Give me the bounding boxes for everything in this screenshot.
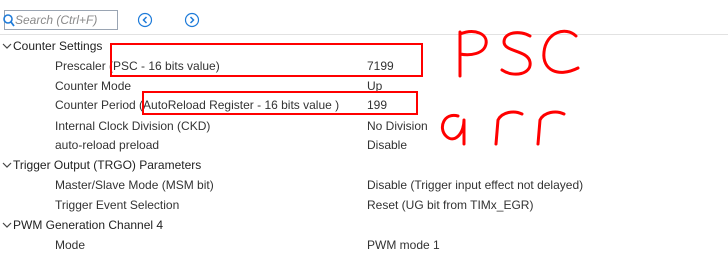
param-label: Master/Slave Mode (MSM bit): [55, 178, 214, 192]
search-input[interactable]: [15, 12, 115, 28]
section-title: Counter Settings: [13, 39, 103, 53]
section-trigger-output[interactable]: Trigger Output (TRGO) Parameters: [0, 155, 728, 175]
handwritten-annotation: [441, 29, 580, 146]
highlight-box-prescaler: [110, 43, 423, 77]
param-label: Trigger Event Selection: [55, 198, 180, 212]
param-row-auto-reload-preload[interactable]: auto-reload preload Disable: [0, 135, 728, 155]
search-box[interactable]: [3, 10, 118, 30]
toolbar-divider: [0, 34, 728, 35]
param-row-master-slave-mode[interactable]: Master/Slave Mode (MSM bit) Disable (Tri…: [0, 175, 728, 195]
param-label: Counter Mode: [55, 79, 132, 93]
magnifier-icon: [3, 14, 15, 27]
section-pwm-channel-4[interactable]: PWM Generation Channel 4: [0, 215, 728, 235]
param-value[interactable]: No Division: [367, 116, 428, 136]
param-row-clock-division[interactable]: Internal Clock Division (CKD) No Divisio…: [0, 116, 728, 136]
section-title: PWM Generation Channel 4: [13, 218, 164, 232]
circle-arrow-right-icon[interactable]: [184, 12, 200, 28]
param-value[interactable]: Disable: [367, 135, 407, 155]
param-row-trigger-event[interactable]: Trigger Event Selection Reset (UG bit fr…: [0, 195, 728, 215]
highlight-box-counter-period: [142, 91, 418, 115]
chevron-down-icon[interactable]: [2, 36, 12, 56]
top-toolbar-edge: [0, 0, 728, 4]
chevron-down-icon[interactable]: [2, 215, 12, 235]
section-title: Trigger Output (TRGO) Parameters: [13, 158, 202, 172]
param-value[interactable]: PWM mode 1: [367, 235, 440, 255]
circle-arrow-left-icon[interactable]: [137, 12, 153, 28]
param-row-pwm-mode[interactable]: Mode PWM mode 1: [0, 235, 728, 255]
param-label: auto-reload preload: [55, 138, 160, 152]
param-value[interactable]: Reset (UG bit from TIMx_EGR): [367, 195, 533, 215]
chevron-down-icon[interactable]: [2, 155, 12, 175]
param-label: Internal Clock Division (CKD): [55, 119, 211, 133]
param-label: Mode: [55, 238, 86, 252]
param-value[interactable]: Disable (Trigger input effect not delaye…: [367, 175, 583, 195]
